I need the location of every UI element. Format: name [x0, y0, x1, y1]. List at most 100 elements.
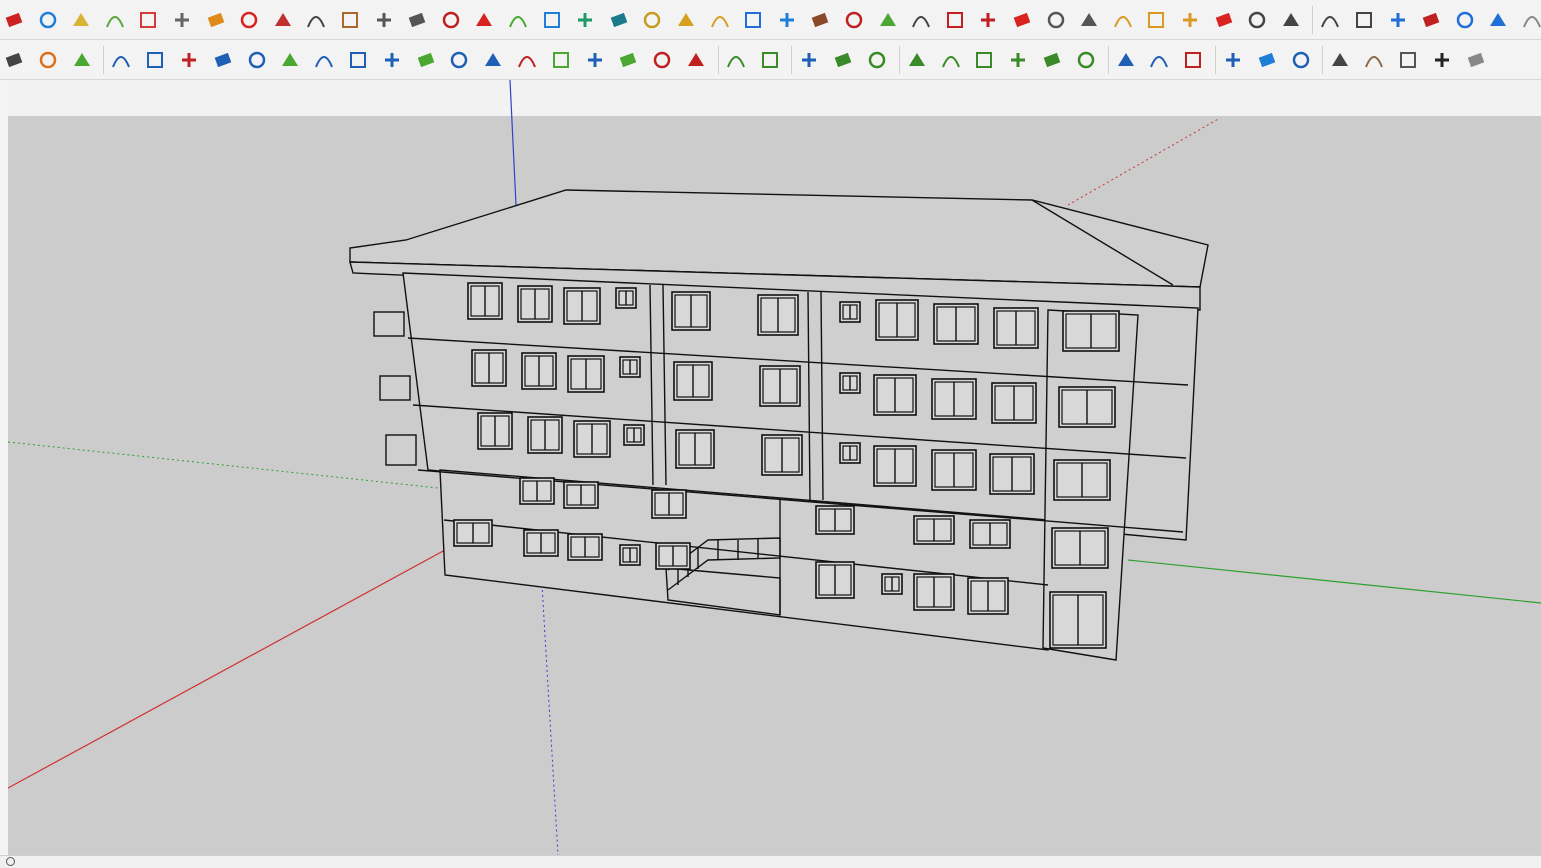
zigzag-red-icon[interactable]	[175, 46, 203, 74]
box-brown-icon[interactable]	[336, 6, 364, 34]
window	[873, 445, 917, 487]
curve-icon[interactable]	[403, 6, 431, 34]
balcony	[379, 375, 411, 401]
move-arrows-icon[interactable]	[773, 6, 801, 34]
checker-icon[interactable]	[1428, 46, 1456, 74]
screen-icon[interactable]	[1075, 6, 1103, 34]
line-icon[interactable]	[141, 46, 169, 74]
paint-pot-icon[interactable]	[34, 46, 62, 74]
pipe-join-icon[interactable]	[907, 6, 935, 34]
cloud-icon[interactable]	[1394, 46, 1422, 74]
arc-red-icon[interactable]	[513, 46, 541, 74]
s-curve-icon[interactable]	[243, 46, 271, 74]
hook-icon[interactable]	[445, 46, 473, 74]
scale-up-icon[interactable]	[829, 46, 857, 74]
dotted-box-icon[interactable]	[1462, 46, 1490, 74]
rectangle-icon[interactable]	[310, 46, 338, 74]
triangle-yellow-icon[interactable]	[638, 6, 666, 34]
lasso-blue-icon[interactable]	[1384, 6, 1412, 34]
arch-icon[interactable]	[107, 46, 135, 74]
vertical-line-icon[interactable]	[0, 46, 28, 74]
dash-icon[interactable]	[1004, 46, 1032, 74]
shape-green-icon[interactable]	[68, 46, 96, 74]
pipe-red-icon[interactable]	[941, 6, 969, 34]
ellipse-icon[interactable]	[648, 46, 676, 74]
polyline-icon[interactable]	[412, 46, 440, 74]
rotate-orange-icon[interactable]	[202, 6, 230, 34]
n-curve-icon[interactable]	[209, 46, 237, 74]
curve-2-icon[interactable]	[479, 46, 507, 74]
bucket-icon[interactable]	[806, 6, 834, 34]
face-blue-icon[interactable]	[34, 6, 62, 34]
arc-crossed-icon[interactable]	[706, 6, 734, 34]
window-split-icon[interactable]	[1287, 46, 1315, 74]
drop-cone-icon[interactable]	[605, 6, 633, 34]
arc-yellow-icon[interactable]	[672, 6, 700, 34]
line-green-icon[interactable]	[547, 46, 575, 74]
push-pull-icon[interactable]	[0, 6, 28, 34]
pipe-split-icon[interactable]	[974, 6, 1002, 34]
layer-stack-icon[interactable]	[756, 46, 784, 74]
green-arrows-icon[interactable]	[874, 6, 902, 34]
green-cross-icon[interactable]	[504, 6, 532, 34]
lines-minus-icon[interactable]	[970, 46, 998, 74]
window	[615, 287, 637, 309]
polygon-icon[interactable]	[581, 46, 609, 74]
window	[453, 519, 493, 547]
model-scene[interactable]	[8, 80, 1541, 855]
dashed-circle-icon[interactable]	[1243, 6, 1271, 34]
panel-x-icon[interactable]	[1112, 46, 1140, 74]
triangle-small-icon[interactable]	[1518, 6, 1541, 34]
triangle-outline-icon[interactable]	[682, 46, 710, 74]
blue-axis-pos	[509, 80, 517, 206]
hatch-orange-icon[interactable]	[1109, 6, 1137, 34]
panel-hatch-icon[interactable]	[1179, 46, 1207, 74]
cone-green-icon[interactable]	[571, 6, 599, 34]
dotted-curve-icon[interactable]	[437, 6, 465, 34]
face-green-icon[interactable]	[101, 6, 129, 34]
pipe-icon[interactable]	[370, 6, 398, 34]
grid-dots-icon[interactable]	[1277, 6, 1305, 34]
window	[881, 573, 903, 595]
window	[467, 282, 503, 320]
line-tool-icon[interactable]	[1316, 6, 1344, 34]
blue-x-icon[interactable]	[538, 6, 566, 34]
face-outline-icon[interactable]	[168, 6, 196, 34]
select-arrow-icon[interactable]	[795, 46, 823, 74]
model-viewport[interactable]	[8, 80, 1541, 855]
face-red-icon[interactable]	[134, 6, 162, 34]
window-grid-icon[interactable]	[1219, 46, 1247, 74]
arrow-blue-icon[interactable]	[1484, 6, 1512, 34]
arc-icon[interactable]	[378, 46, 406, 74]
lines-3-icon[interactable]	[903, 46, 931, 74]
grid-orange-icon[interactable]	[1142, 6, 1170, 34]
pipe-t-icon[interactable]	[1350, 6, 1378, 34]
tile-icon[interactable]	[1360, 46, 1388, 74]
red-square-icon[interactable]	[235, 6, 263, 34]
window	[1053, 459, 1111, 501]
green-axis-neg	[8, 441, 439, 489]
red-cross-icon[interactable]	[470, 6, 498, 34]
lines-add-icon[interactable]	[937, 46, 965, 74]
arc-green-icon[interactable]	[276, 46, 304, 74]
scatter-red-icon[interactable]	[1210, 6, 1238, 34]
undo-red-icon[interactable]	[840, 6, 868, 34]
table-icon[interactable]	[1326, 46, 1354, 74]
grid-lines-icon[interactable]	[269, 6, 297, 34]
scale-down-icon[interactable]	[863, 46, 891, 74]
film-icon[interactable]	[1042, 6, 1070, 34]
box-blue-icon[interactable]	[1451, 6, 1479, 34]
panel-grid-icon[interactable]	[1145, 46, 1173, 74]
wrench-icon[interactable]	[614, 46, 642, 74]
grid-orange-2-icon[interactable]	[1176, 6, 1204, 34]
triangle-red-icon[interactable]	[1417, 6, 1445, 34]
layer-green-icon[interactable]	[722, 46, 750, 74]
dash-minus-icon[interactable]	[1072, 46, 1100, 74]
face-yellow-icon[interactable]	[67, 6, 95, 34]
window-blue-icon[interactable]	[1253, 46, 1281, 74]
red-dot-icon[interactable]	[1008, 6, 1036, 34]
dash-add-icon[interactable]	[1038, 46, 1066, 74]
arc-blue-icon[interactable]	[739, 6, 767, 34]
flag-icon[interactable]	[302, 6, 330, 34]
circle-icon[interactable]	[344, 46, 372, 74]
